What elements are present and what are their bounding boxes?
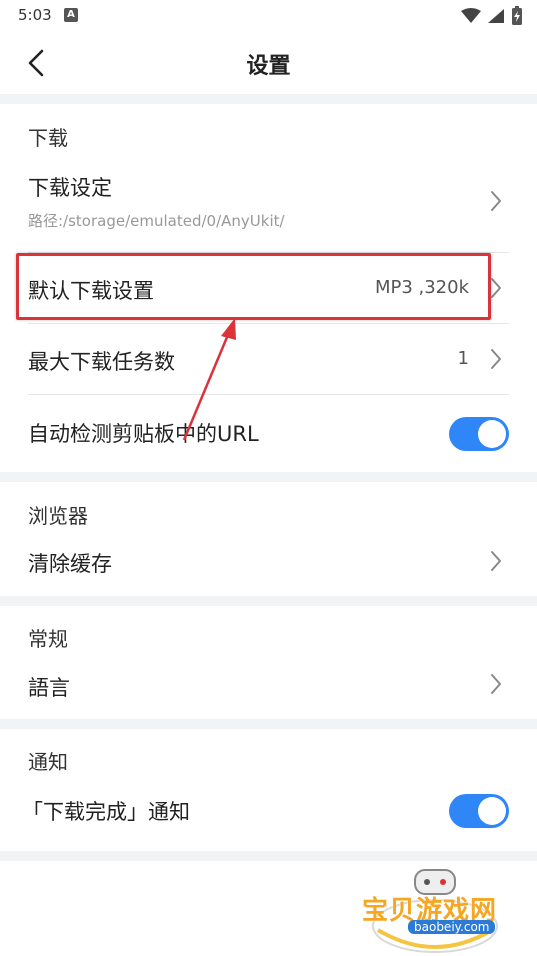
chevron-right-icon [491,674,501,694]
app-header: 设置 [0,32,537,94]
download-settings-row[interactable]: 下载设定 路径:/storage/emulated/0/AnyUkit/ [0,160,537,252]
section-title-notification: 通知 [28,750,68,774]
max-tasks-value: 1 [457,348,469,369]
section-title-general: 常规 [28,627,68,651]
status-bar: 5:03 A [0,0,537,32]
clipboard-detect-row: 自动检测剪贴板中的URL [0,395,537,471]
download-path-text: 路径:/storage/emulated/0/AnyUkit/ [28,212,285,230]
download-settings-label: 下载设定 [28,176,112,200]
watermark-url: baobeiy.com [408,920,496,934]
signal-icon [488,9,504,23]
status-icons [461,6,523,26]
section-gap [0,596,537,606]
chevron-right-icon [491,349,501,369]
download-done-notify-label: 「下载完成」通知 [22,800,190,824]
wifi-icon [461,8,481,23]
section-title-download: 下载 [28,126,68,150]
section-gap [0,719,537,729]
chevron-right-icon [491,551,501,571]
language-label: 語言 [28,676,70,700]
section-title-browser: 浏览器 [28,504,88,528]
download-done-notify-toggle[interactable] [449,794,509,828]
section-gap [0,851,537,861]
clipboard-detect-toggle[interactable] [449,417,509,451]
max-tasks-row[interactable]: 最大下载任务数 1 [0,324,537,394]
clear-cache-label: 清除缓存 [28,552,112,576]
section-gap [0,94,537,104]
section-gap [0,472,537,482]
clear-cache-row[interactable]: 清除缓存 [0,535,537,595]
battery-charging-icon [512,6,522,25]
status-time: 5:03 [18,6,52,24]
download-done-notify-row: 「下载完成」通知 [0,780,537,850]
annotation-highlight-box [16,253,491,320]
chevron-right-icon [491,191,501,211]
page-title: 设置 [246,54,291,79]
toggle-knob [478,797,506,825]
toggle-knob [478,420,506,448]
notification-icon: A [64,8,78,22]
max-tasks-label: 最大下载任务数 [28,350,175,374]
clipboard-detect-label: 自动检测剪贴板中的URL [28,422,259,446]
language-row[interactable]: 語言 [0,658,537,718]
